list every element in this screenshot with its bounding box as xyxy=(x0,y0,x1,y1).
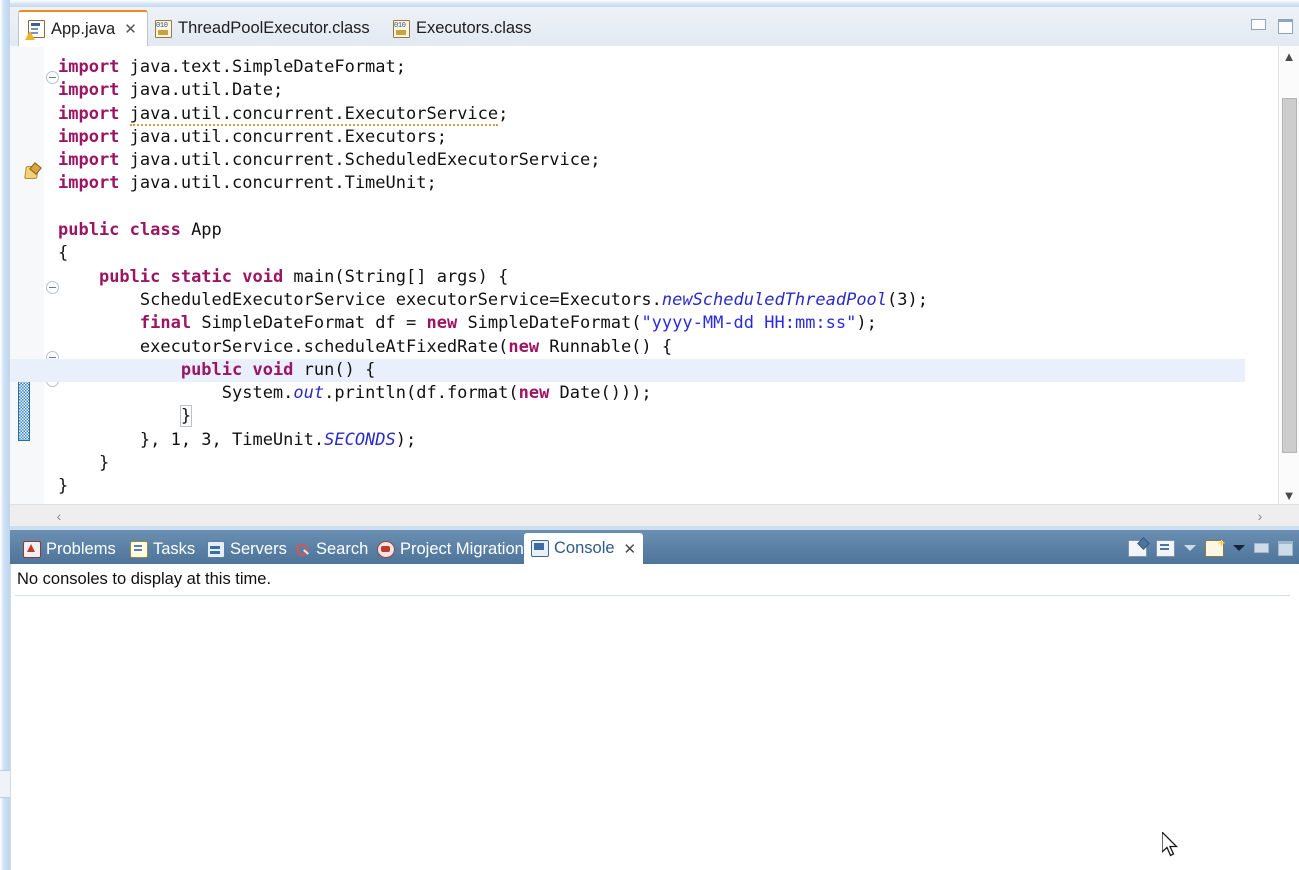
code-line[interactable]: executorService.scheduleAtFixedRate(new … xyxy=(10,336,1245,359)
panel-tab-servers[interactable]: Servers xyxy=(200,534,294,564)
panel-tab-problems[interactable]: Problems xyxy=(16,534,123,564)
panel-tab-label: Servers xyxy=(230,539,287,558)
class-file-icon xyxy=(393,19,410,38)
minimize-icon[interactable] xyxy=(1254,543,1269,553)
console-part: Problems Tasks Servers Search Project Mi… xyxy=(10,530,1299,870)
console-toolbar xyxy=(1128,534,1297,562)
class-file-icon xyxy=(155,19,172,38)
editor-tab-label: App.java xyxy=(51,19,116,38)
editor-tab-executors-class[interactable]: Executors.class xyxy=(384,11,542,46)
code-line[interactable]: ScheduledExecutorService executorService… xyxy=(10,289,1245,312)
console-icon xyxy=(531,540,549,557)
editor-window-buttons xyxy=(1251,19,1293,34)
panel-tab-label: Problems xyxy=(46,539,116,558)
console-tab-bar: Problems Tasks Servers Search Project Mi… xyxy=(10,530,1299,564)
tasks-icon xyxy=(130,540,148,558)
left-rail-notch[interactable] xyxy=(0,770,10,798)
code-line[interactable]: import java.util.concurrent.ExecutorServ… xyxy=(10,103,1245,126)
panel-tab-console[interactable]: Console ✕ xyxy=(524,533,644,564)
code-line[interactable]: public class App xyxy=(10,219,1245,242)
console-output-area[interactable]: No consoles to display at this time. xyxy=(10,564,1299,870)
eclipse-window: App.java ✕ ThreadPoolExecutor.class Exec… xyxy=(0,0,1299,870)
panel-tab-tasks[interactable]: Tasks xyxy=(123,534,202,564)
editor-tab-threadpoolexecutor-class[interactable]: ThreadPoolExecutor.class xyxy=(146,11,380,46)
maximize-icon[interactable] xyxy=(1278,540,1293,556)
new-console-icon[interactable] xyxy=(1205,536,1225,557)
code-line[interactable]: import java.util.Date; xyxy=(10,79,1245,102)
editor-tab-label: ThreadPoolExecutor.class xyxy=(178,19,370,37)
servers-icon xyxy=(207,540,225,558)
window-left-chrome xyxy=(0,0,10,870)
minimize-button[interactable] xyxy=(1251,19,1266,30)
problems-icon xyxy=(23,540,41,558)
code-line[interactable]: }, 1, 3, TimeUnit.SECONDS); xyxy=(10,429,1245,452)
vertical-scroll-thumb[interactable] xyxy=(1282,98,1297,453)
code-line[interactable]: import java.util.concurrent.ScheduledExe… xyxy=(10,149,1245,172)
console-empty-message: No consoles to display at this time. xyxy=(17,570,272,588)
maximize-button[interactable] xyxy=(1278,19,1293,34)
search-icon xyxy=(295,542,311,557)
scroll-right-icon[interactable]: › xyxy=(1249,505,1271,526)
panel-tab-label: Tasks xyxy=(153,539,196,558)
project-migration-icon xyxy=(377,540,395,558)
close-icon[interactable]: ✕ xyxy=(124,22,137,37)
panel-tab-search[interactable]: Search xyxy=(288,534,375,564)
code-line-current[interactable]: public void run() { xyxy=(10,358,1245,383)
editor-part: App.java ✕ ThreadPoolExecutor.class Exec… xyxy=(10,7,1299,526)
code-line[interactable]: } xyxy=(10,475,1245,498)
editor-tab-bar: App.java ✕ ThreadPoolExecutor.class Exec… xyxy=(10,7,1299,47)
code-line[interactable]: final SimpleDateFormat df = new SimpleDa… xyxy=(10,312,1245,335)
code-text-area[interactable]: import java.text.SimpleDateFormat; impor… xyxy=(10,46,1245,505)
chevron-down-icon[interactable] xyxy=(1184,545,1196,551)
scroll-left-icon[interactable]: ‹ xyxy=(48,505,70,526)
editor-tab-label: Executors.class xyxy=(416,19,532,37)
code-editor-canvas[interactable]: import java.text.SimpleDateFormat; impor… xyxy=(10,46,1299,505)
chevron-down-icon[interactable] xyxy=(1233,545,1245,551)
code-line[interactable]: { xyxy=(10,242,1245,265)
pin-console-icon[interactable] xyxy=(1128,539,1147,557)
close-icon[interactable]: ✕ xyxy=(624,540,637,558)
code-line[interactable] xyxy=(10,196,1245,219)
code-line[interactable]: import java.util.concurrent.Executors; xyxy=(10,126,1245,149)
scroll-up-icon[interactable]: ▲ xyxy=(1279,46,1299,66)
console-divider xyxy=(15,595,1290,596)
panel-tab-project-migration[interactable]: Project Migration xyxy=(370,534,531,564)
panel-tab-label: Console xyxy=(554,539,615,557)
code-line[interactable]: } xyxy=(10,405,1245,428)
editor-vertical-scrollbar[interactable]: ▲ ▼ xyxy=(1278,46,1299,505)
panel-tab-label: Project Migration xyxy=(400,539,524,558)
editor-tab-app-java[interactable]: App.java ✕ xyxy=(18,10,148,47)
code-line[interactable]: System.out.println(df.format(new Date())… xyxy=(10,382,1245,405)
code-line[interactable]: } xyxy=(10,452,1245,475)
display-console-icon[interactable] xyxy=(1156,539,1175,557)
code-line[interactable]: public static void main(String[] args) { xyxy=(10,266,1245,289)
code-line[interactable]: import java.text.SimpleDateFormat; xyxy=(10,56,1245,79)
scroll-down-icon[interactable]: ▼ xyxy=(1279,485,1299,505)
window-top-chrome xyxy=(0,0,1299,7)
panel-tab-label: Search xyxy=(316,539,369,558)
java-file-warning-icon xyxy=(25,20,45,40)
code-line[interactable]: import java.util.concurrent.TimeUnit; xyxy=(10,172,1245,195)
editor-horizontal-scrollbar[interactable]: ‹ › xyxy=(10,504,1299,526)
